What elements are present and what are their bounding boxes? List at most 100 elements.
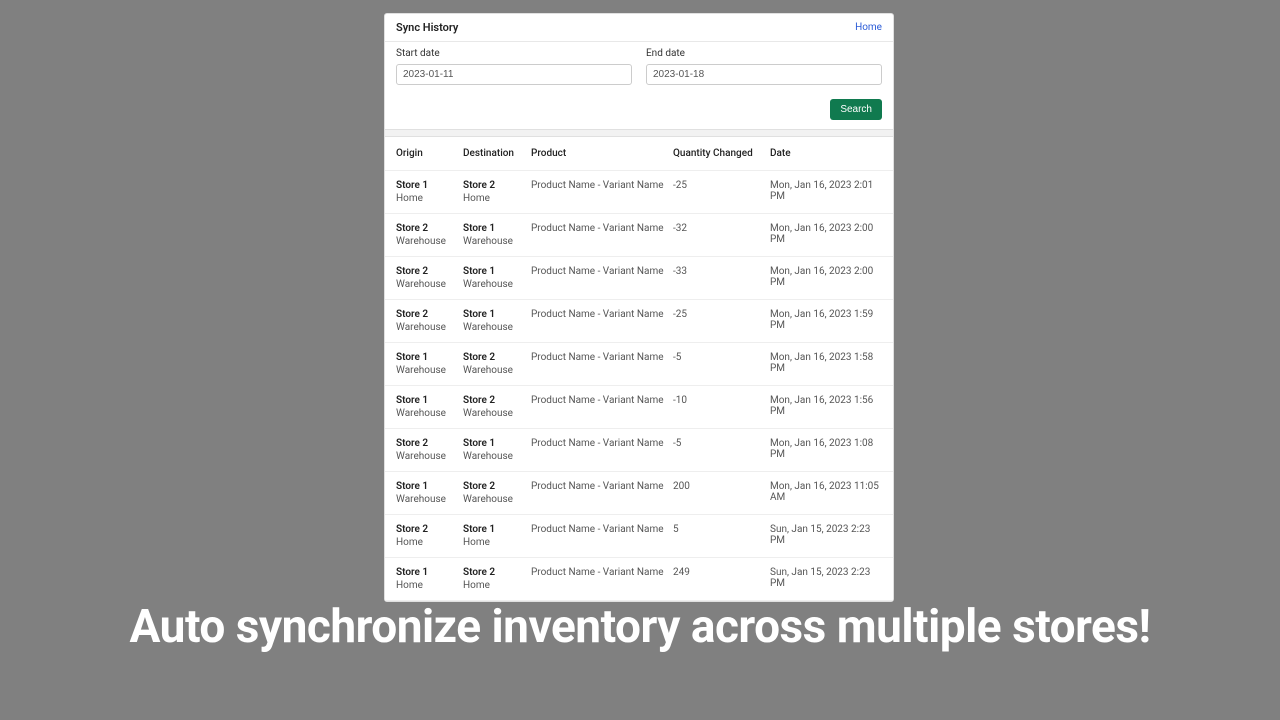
end-date-input[interactable] bbox=[646, 64, 882, 85]
cell-origin: Store 2 Warehouse bbox=[396, 309, 463, 333]
destination-store: Store 1 bbox=[463, 266, 531, 277]
origin-location: Warehouse bbox=[396, 408, 463, 419]
table-row: Store 2 WarehouseStore 1WarehouseProduct … bbox=[385, 214, 893, 257]
origin-store: Store 1 bbox=[396, 352, 463, 363]
col-header-destination: Destination bbox=[463, 148, 531, 159]
cell-quantity: -32 bbox=[673, 223, 770, 247]
cell-product: Product Name - Variant Name bbox=[531, 395, 673, 419]
destination-location: Warehouse bbox=[463, 279, 531, 290]
cell-product: Product Name - Variant Name bbox=[531, 180, 673, 204]
cell-quantity: -5 bbox=[673, 438, 770, 462]
cell-product: Product Name - Variant Name bbox=[531, 567, 673, 591]
cell-date: Mon, Jan 16, 2023 1:58 PM bbox=[770, 352, 882, 376]
destination-store: Store 2 bbox=[463, 352, 531, 363]
origin-location: Warehouse bbox=[396, 494, 463, 505]
end-date-label: End date bbox=[646, 48, 882, 59]
cell-quantity: -25 bbox=[673, 309, 770, 333]
cell-date: Mon, Jan 16, 2023 1:08 PM bbox=[770, 438, 882, 462]
table-row: Store 1 WarehouseStore 2Warehouse Product … bbox=[385, 386, 893, 429]
table-row: Store 2WarehouseStore 1WarehouseProduct … bbox=[385, 300, 893, 343]
col-header-date: Date bbox=[770, 148, 882, 159]
cell-quantity: 249 bbox=[673, 567, 770, 591]
destination-location: Warehouse bbox=[463, 494, 531, 505]
destination-store: Store 1 bbox=[463, 524, 531, 535]
cell-destination: Store 1 Warehouse bbox=[463, 438, 531, 462]
destination-location: Home bbox=[463, 580, 531, 591]
cell-origin: Store 1Home bbox=[396, 180, 463, 204]
cell-quantity: -33 bbox=[673, 266, 770, 290]
cell-date: Sun, Jan 15, 2023 2:23 PM bbox=[770, 524, 882, 548]
search-button[interactable]: Search bbox=[830, 99, 882, 120]
origin-location: Warehouse bbox=[396, 365, 463, 376]
destination-store: Store 2 bbox=[463, 180, 531, 191]
cell-product: Product Name - Variant Name bbox=[531, 309, 673, 333]
origin-store: Store 1 bbox=[396, 395, 463, 406]
destination-location: Home bbox=[463, 537, 531, 548]
cell-product: Product Name - Variant Name bbox=[531, 266, 673, 290]
cell-origin: Store 1 Warehouse bbox=[396, 481, 463, 505]
origin-location: Home bbox=[396, 193, 463, 204]
cell-destination: Store 2Warehouse bbox=[463, 352, 531, 376]
origin-store: Store 2 bbox=[396, 438, 463, 449]
panel-header: Sync History Home bbox=[385, 14, 893, 42]
origin-store: Store 2 bbox=[396, 223, 463, 234]
table-row: Store 2HomeStore 1 HomeProduct Name - Var… bbox=[385, 515, 893, 558]
cell-product: Product Name - Variant Name bbox=[531, 223, 673, 247]
sync-history-panel: Sync History Home Start date End date Se… bbox=[384, 13, 894, 602]
cell-quantity: 200 bbox=[673, 481, 770, 505]
origin-location: Warehouse bbox=[396, 236, 463, 247]
cell-destination: Store 1 Warehouse bbox=[463, 266, 531, 290]
cell-origin: Store 2 Warehouse bbox=[396, 223, 463, 247]
origin-store: Store 1 bbox=[396, 481, 463, 492]
cell-date: Mon, Jan 16, 2023 2:00 PM bbox=[770, 223, 882, 247]
cell-date: Mon, Jan 16, 2023 2:01 PM bbox=[770, 180, 882, 204]
cell-quantity: -25 bbox=[673, 180, 770, 204]
cell-origin: Store 1 Home bbox=[396, 567, 463, 591]
table-body: Store 1HomeStore 2HomeProduct Name - Var… bbox=[385, 171, 893, 601]
cell-origin: Store 2 Warehouse bbox=[396, 266, 463, 290]
cell-date: Mon, Jan 16, 2023 11:05 AM bbox=[770, 481, 882, 505]
col-header-origin: Origin bbox=[396, 148, 463, 159]
start-date-input[interactable] bbox=[396, 64, 632, 85]
cell-destination: Store 2Home bbox=[463, 567, 531, 591]
start-date-label: Start date bbox=[396, 48, 632, 59]
panel-title: Sync History bbox=[396, 21, 458, 34]
origin-store: Store 2 bbox=[396, 309, 463, 320]
destination-location: Home bbox=[463, 193, 531, 204]
cell-origin: Store 1 Warehouse bbox=[396, 352, 463, 376]
cell-destination: Store 1 Warehouse bbox=[463, 309, 531, 333]
cell-destination: Store 1Warehouse bbox=[463, 223, 531, 247]
origin-location: Warehouse bbox=[396, 322, 463, 333]
destination-location: Warehouse bbox=[463, 322, 531, 333]
destination-store: Store 2 bbox=[463, 395, 531, 406]
cell-quantity: 5 bbox=[673, 524, 770, 548]
cell-date: Mon, Jan 16, 2023 1:56 PM bbox=[770, 395, 882, 419]
start-date-group: Start date bbox=[396, 48, 632, 85]
table-row: Store 1HomeStore 2HomeProduct Name - Var… bbox=[385, 558, 893, 601]
cell-destination: Store 2Warehouse bbox=[463, 481, 531, 505]
table-header: Origin Destination Product Quantity Chan… bbox=[385, 137, 893, 171]
table-row: Store 2WarehouseStore 1WarehouseProduct … bbox=[385, 429, 893, 472]
destination-store: Store 1 bbox=[463, 309, 531, 320]
end-date-group: End date bbox=[646, 48, 882, 85]
search-row: Search bbox=[385, 85, 893, 130]
origin-store: Store 1 bbox=[396, 567, 463, 578]
cell-quantity: -10 bbox=[673, 395, 770, 419]
cell-origin: Store 2Warehouse bbox=[396, 438, 463, 462]
col-header-product: Product bbox=[531, 148, 673, 159]
origin-store: Store 2 bbox=[396, 266, 463, 277]
cell-product: Product Name - Variant Name bbox=[531, 524, 673, 548]
origin-store: Store 2 bbox=[396, 524, 463, 535]
marketing-tagline: Auto synchronize inventory across multip… bbox=[0, 600, 1280, 654]
table-row: Store 1HomeStore 2HomeProduct Name - Var… bbox=[385, 171, 893, 214]
cell-product: Product Name - Variant Name bbox=[531, 481, 673, 505]
col-header-quantity: Quantity Changed bbox=[673, 148, 770, 159]
cell-product: Product Name - Variant Name bbox=[531, 352, 673, 376]
origin-location: Home bbox=[396, 580, 463, 591]
cell-origin: Store 1 Warehouse bbox=[396, 395, 463, 419]
destination-store: Store 1 bbox=[463, 438, 531, 449]
cell-origin: Store 2Home bbox=[396, 524, 463, 548]
destination-location: Warehouse bbox=[463, 451, 531, 462]
origin-location: Warehouse bbox=[396, 279, 463, 290]
home-link[interactable]: Home bbox=[855, 22, 882, 33]
